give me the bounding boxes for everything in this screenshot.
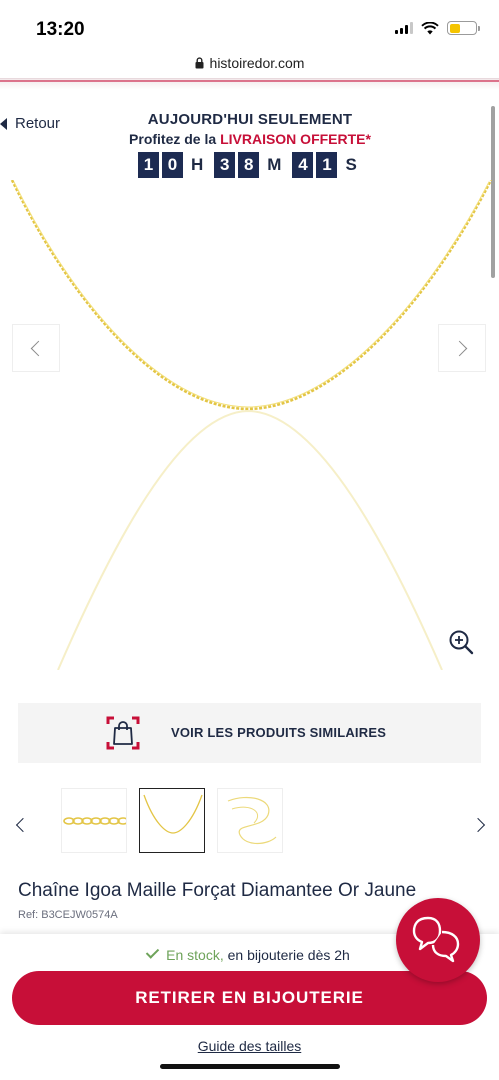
- product-gallery[interactable]: [0, 180, 499, 670]
- promo-highlight: LIVRAISON OFFERTE*: [220, 131, 371, 147]
- home-indicator[interactable]: [160, 1064, 340, 1069]
- countdown-digit: 0: [162, 152, 183, 178]
- thumbnail-image: [63, 817, 126, 825]
- countdown-digit: 1: [316, 152, 338, 178]
- checkmark-icon: [145, 945, 160, 959]
- back-arrow-icon: [0, 117, 7, 130]
- lock-icon: [195, 57, 204, 69]
- countdown-digit: 4: [292, 152, 314, 178]
- gallery-next-button[interactable]: [438, 324, 486, 372]
- brand-line: [0, 80, 499, 82]
- status-icons: [395, 21, 480, 35]
- status-bar: 13:20: [0, 0, 499, 48]
- countdown-unit-hours: H: [191, 155, 204, 174]
- similar-products-label: VOIR LES PRODUITS SIMILAIRES: [171, 725, 387, 740]
- thumbnails-prev-chevron-icon[interactable]: [15, 817, 31, 833]
- promo-banner: AUJOURD'HUI SEULEMENT Profitez de la LIV…: [100, 111, 400, 147]
- back-button[interactable]: Retour: [0, 115, 60, 132]
- thumbnail-image: [227, 796, 277, 845]
- promo-prefix: Profitez de la: [129, 131, 221, 147]
- gallery-prev-button[interactable]: [12, 324, 60, 372]
- countdown-unit-seconds: S: [345, 155, 357, 174]
- size-guide-link[interactable]: Guide des tailles: [0, 1038, 499, 1054]
- battery-icon: [447, 21, 480, 35]
- countdown-digit: 8: [238, 152, 260, 178]
- stock-status-label: En stock,: [166, 947, 224, 963]
- product-image: [10, 180, 493, 670]
- thumbnail-chain-links[interactable]: [61, 788, 127, 853]
- stock-detail: en bijouterie dès 2h: [223, 947, 350, 963]
- chat-button[interactable]: [396, 898, 480, 982]
- thumbnails-next-chevron-icon[interactable]: [470, 817, 486, 833]
- chevron-right-icon: [451, 340, 468, 356]
- zoom-in-icon[interactable]: [448, 629, 474, 655]
- thumbnail-chain-necklace[interactable]: [139, 788, 205, 853]
- product-reference: Ref: B3CEJW0574A: [18, 909, 118, 921]
- back-label: Retour: [15, 115, 61, 132]
- similar-products-button[interactable]: VOIR LES PRODUITS SIMILAIRES: [18, 703, 481, 763]
- url-text[interactable]: histoiredor.com: [210, 55, 305, 71]
- clock: 13:20: [36, 19, 85, 40]
- wifi-icon: [421, 21, 439, 34]
- thumbnail-chain-coiled[interactable]: [217, 788, 283, 853]
- chat-bubbles-icon: [412, 916, 460, 963]
- countdown-timer: 1 0 H 3 8 M 4 1 S: [138, 152, 357, 178]
- promo-title: AUJOURD'HUI SEULEMENT: [147, 111, 353, 128]
- cellular-signal-icon: [395, 22, 413, 34]
- promo-subtitle: Profitez de la LIVRAISON OFFERTE*: [100, 131, 400, 147]
- countdown-digit: 1: [138, 152, 159, 178]
- chevron-left-icon: [30, 340, 47, 356]
- thumbnail-image: [143, 794, 203, 834]
- countdown-digit: 3: [214, 152, 236, 178]
- shopping-bag-icon: [106, 716, 140, 750]
- address-bar[interactable]: histoiredor.com: [0, 48, 499, 78]
- countdown-unit-minutes: M: [267, 155, 282, 174]
